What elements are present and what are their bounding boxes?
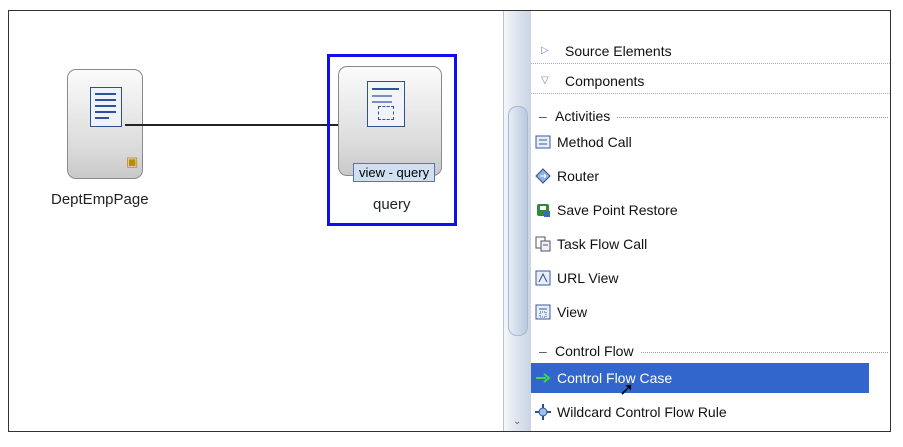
palette-item-task-flow-call[interactable]: Task Flow Call: [531, 229, 869, 259]
page-icon: [90, 87, 122, 127]
item-label: Control Flow Case: [557, 370, 673, 386]
expand-triangle-icon: ▷: [541, 45, 549, 56]
node-label: DeptEmpPage: [51, 191, 149, 208]
item-label: URL View: [557, 270, 619, 286]
router-icon: [535, 168, 551, 184]
chevron-down-icon: ⌄: [513, 416, 522, 427]
url-view-icon: [535, 270, 551, 286]
palette-item-view[interactable]: View: [531, 297, 869, 327]
collapse-triangle-icon: ▽: [541, 75, 549, 86]
splitter[interactable]: ⌄: [503, 11, 532, 431]
palette-item-method-call[interactable]: Method Call: [531, 127, 869, 157]
wildcard-rule-icon: [535, 404, 551, 420]
item-label: Method Call: [557, 134, 632, 150]
node-box[interactable]: [338, 66, 442, 176]
splitter-grip[interactable]: [508, 106, 528, 336]
control-flow-case-icon: [536, 373, 551, 383]
node-label: query: [373, 196, 411, 213]
method-call-icon: [535, 135, 551, 149]
palette-item-router[interactable]: Router: [531, 161, 869, 191]
save-point-restore-icon: [537, 204, 550, 217]
view-page-icon: [367, 81, 405, 127]
mouse-pointer-icon: ➚: [619, 379, 635, 399]
item-label: Wildcard Control Flow Rule: [557, 404, 727, 420]
component-palette: ▷ Source Elements ▽ Components – Activit…: [531, 11, 890, 431]
view-icon: [535, 304, 551, 320]
palette-header-source-elements[interactable]: ▷ Source Elements: [531, 43, 890, 64]
section-activities[interactable]: – Activities: [531, 108, 890, 128]
section-control-flow[interactable]: – Control Flow: [531, 343, 890, 363]
palette-item-save-point-restore[interactable]: Save Point Restore: [531, 195, 869, 225]
item-label: Router: [557, 168, 600, 184]
diagram-canvas[interactable]: ▣ DeptEmpPage ► query view - query: [9, 11, 503, 431]
item-label: View: [557, 304, 588, 320]
control-flow-connector[interactable]: [125, 124, 345, 126]
palette-header-label: Components: [565, 73, 645, 89]
palette-item-url-view[interactable]: URL View: [531, 263, 869, 293]
task-flow-call-icon: [535, 236, 551, 252]
palette-header-components[interactable]: ▽ Components: [531, 73, 890, 94]
palette-item-control-flow-case[interactable]: Control Flow Case: [531, 363, 869, 393]
item-label: Task Flow Call: [557, 236, 648, 252]
page-flag-icon: ▣: [126, 154, 139, 169]
section-label: Control Flow: [555, 343, 640, 359]
section-label: Activities: [555, 108, 617, 124]
palette-item-wildcard-control-flow-rule[interactable]: Wildcard Control Flow Rule: [531, 397, 869, 427]
tooltip: view - query: [353, 163, 436, 182]
task-flow-editor: ▣ DeptEmpPage ► query view - query ⌄: [8, 10, 891, 432]
item-label: Save Point Restore: [557, 202, 678, 218]
palette-header-label: Source Elements: [565, 43, 672, 59]
